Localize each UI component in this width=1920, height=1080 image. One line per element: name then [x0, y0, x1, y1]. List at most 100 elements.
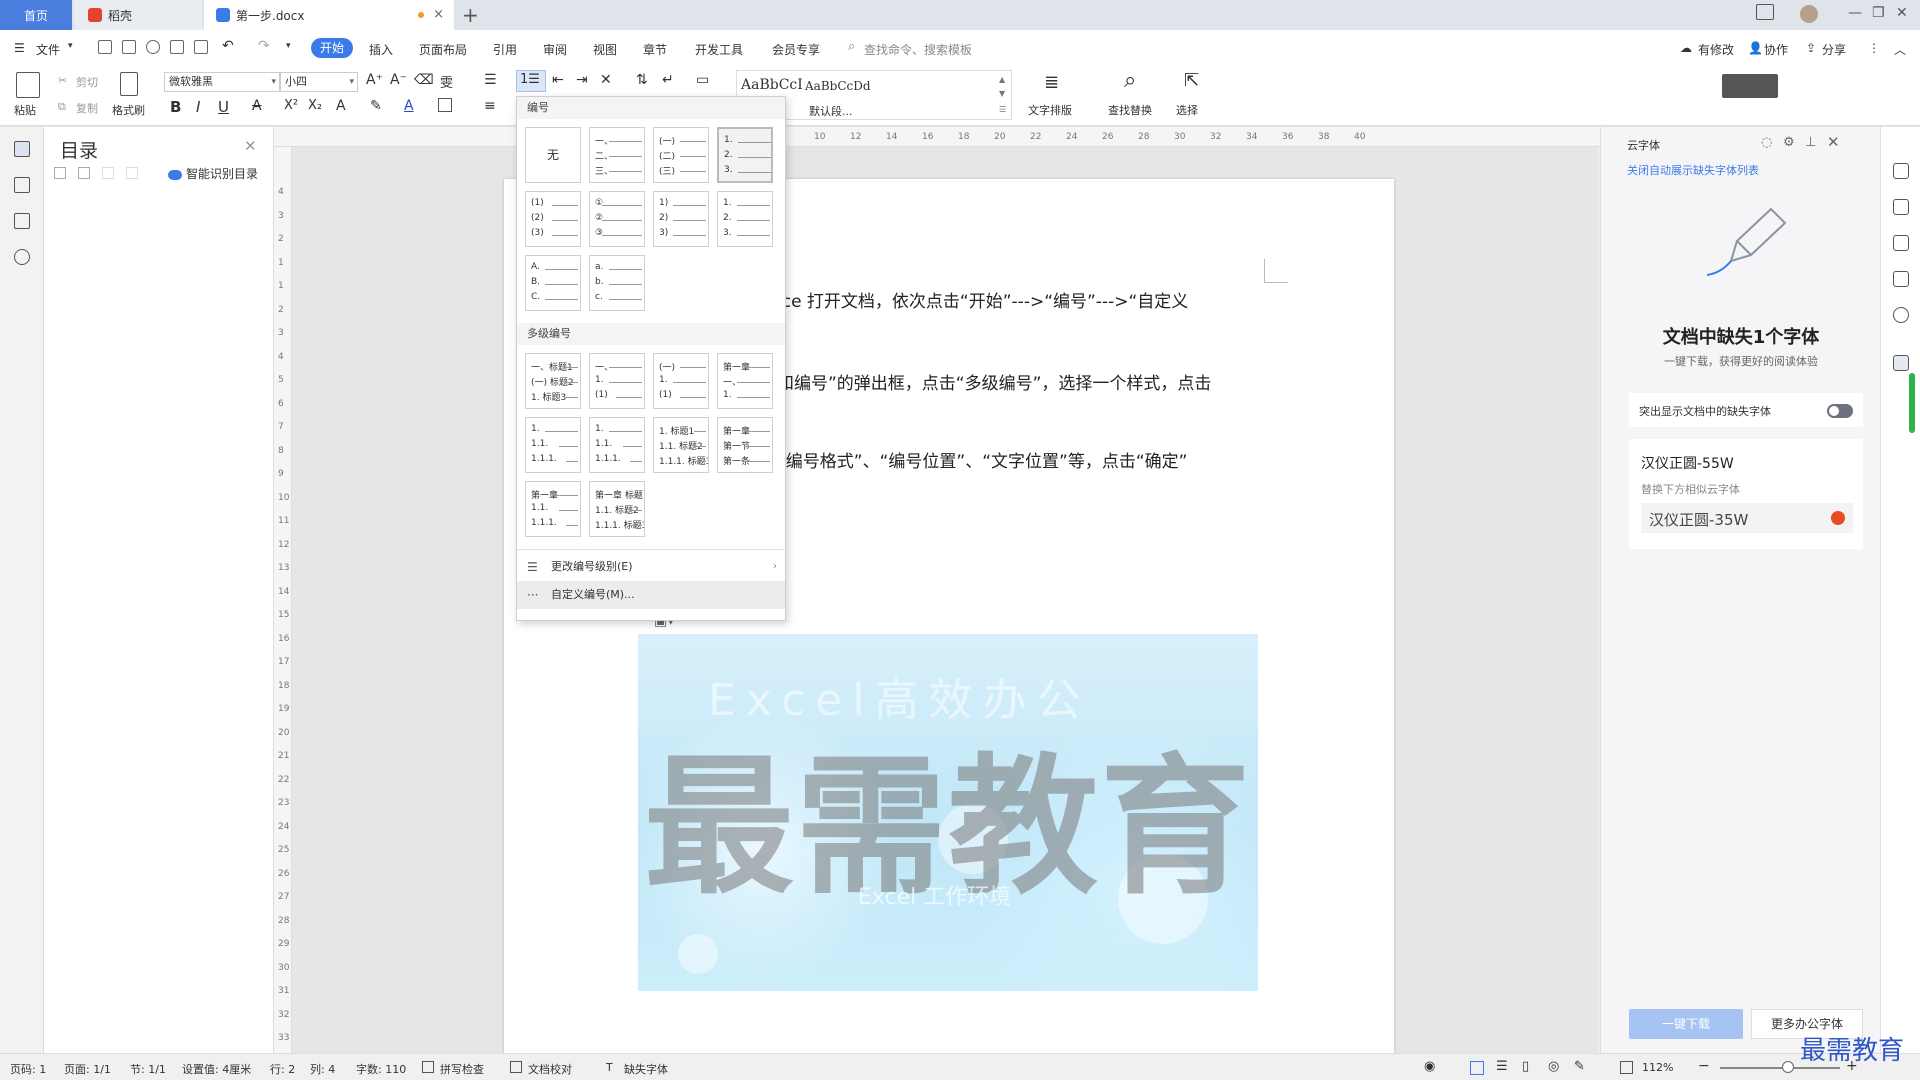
subscript-icon[interactable]: X₂: [308, 98, 322, 113]
show-marks-icon[interactable]: ↵: [662, 72, 674, 88]
copy-button[interactable]: 复制: [76, 100, 98, 116]
sort-icon[interactable]: ⇅: [636, 72, 648, 88]
menu-chapter[interactable]: 章节: [643, 41, 667, 58]
web-view-icon[interactable]: ◎: [1548, 1059, 1559, 1074]
expand-styles-icon[interactable]: ☰: [999, 105, 1006, 114]
close-icon[interactable]: ✕: [1827, 133, 1840, 151]
minimize-button[interactable]: —: [1848, 5, 1862, 21]
multilevel-style-option[interactable]: 1. 1.1. 1.1.1.: [589, 417, 645, 473]
font-color-icon[interactable]: A: [404, 98, 414, 114]
collaborate-button[interactable]: 协作: [1764, 41, 1788, 58]
scroll-down-icon[interactable]: ▼: [999, 89, 1005, 98]
increase-indent-icon[interactable]: ⇥: [576, 72, 588, 88]
zoom-level[interactable]: 112%: [1642, 1061, 1673, 1074]
select-button[interactable]: 选择: [1176, 102, 1198, 118]
custom-numbering-item[interactable]: ··· 自定义编号(M)...: [517, 581, 785, 609]
redo-icon[interactable]: ↷: [258, 38, 270, 54]
text-layout-button[interactable]: 文字排版: [1028, 102, 1072, 118]
new-doc-icon[interactable]: [98, 40, 112, 54]
multilevel-style-option[interactable]: 一、 1. (1): [589, 353, 645, 409]
multilevel-style-option[interactable]: 一、标题1 (一) 标题2 1. 标题3: [525, 353, 581, 409]
grow-font-icon[interactable]: A⁺: [366, 72, 383, 88]
modified-status[interactable]: 有修改: [1698, 41, 1734, 58]
font-name-select[interactable]: 微软雅黑 ▾: [164, 72, 280, 92]
undo-icon[interactable]: ↶: [222, 38, 234, 54]
menu-member[interactable]: 会员专享: [772, 41, 820, 58]
chevron-down-icon[interactable]: ▾: [68, 41, 73, 51]
spell-check-button[interactable]: 拼写检查: [440, 1061, 484, 1077]
highlight-icon[interactable]: ✎: [370, 98, 382, 114]
hamburger-icon[interactable]: ☰: [14, 41, 25, 55]
multilevel-style-option[interactable]: 第一章 一、 1.: [717, 353, 773, 409]
share-button[interactable]: 分享: [1822, 41, 1846, 58]
format-painter-icon[interactable]: [120, 72, 138, 96]
chinese-layout-icon[interactable]: ✕: [600, 72, 612, 88]
menu-developer[interactable]: 开发工具: [695, 41, 743, 58]
new-tab-button[interactable]: +: [462, 3, 479, 27]
close-tab-icon[interactable]: ×: [433, 7, 444, 22]
remove-heading-icon[interactable]: [126, 167, 138, 179]
cloud-font-icon[interactable]: [1893, 355, 1909, 371]
cursor-icon[interactable]: ⇱: [1184, 70, 1199, 91]
print-icon[interactable]: [170, 40, 184, 54]
smart-toc-button[interactable]: 智能识别目录: [168, 165, 258, 182]
align-left-icon[interactable]: ≡: [484, 98, 496, 114]
text-effect-icon[interactable]: A: [336, 98, 346, 114]
pencil-icon[interactable]: [1893, 199, 1909, 215]
style-normal-sample[interactable]: AaBbCcI: [741, 77, 803, 93]
numbering-style-option[interactable]: (1) (2) (3): [525, 191, 581, 247]
numbering-style-option[interactable]: 1. 2. 3.: [717, 127, 773, 183]
numbering-style-option[interactable]: 一、 二、 三、: [589, 127, 645, 183]
paragraph-line[interactable]: “编号格式”、“编号位置”、“文字位置”等，点击“确定”: [777, 447, 1187, 472]
multilevel-style-option[interactable]: 第一章 1.1. 1.1.1.: [525, 481, 581, 537]
bold-button[interactable]: B: [170, 98, 181, 116]
doc-proof-button[interactable]: 文档校对: [528, 1061, 572, 1077]
avatar[interactable]: [1800, 5, 1818, 23]
find-replace-button[interactable]: 查找替换: [1108, 102, 1152, 118]
document-image[interactable]: Excel高效办公 最需教育 Excel 工作环境: [638, 634, 1258, 991]
cursor-icon[interactable]: [1893, 235, 1909, 251]
more-options-icon[interactable]: ⋮: [1868, 41, 1880, 55]
multilevel-style-option[interactable]: 1. 标题1 1.1. 标题2 1.1.1. 标题3: [653, 417, 709, 473]
help-icon[interactable]: [1893, 307, 1909, 323]
missing-font-button[interactable]: 缺失字体: [624, 1061, 668, 1077]
collapse-all-icon[interactable]: [78, 167, 90, 179]
chapter-icon[interactable]: [14, 177, 30, 193]
status-page[interactable]: 页面: 1/1: [64, 1061, 111, 1077]
numbering-style-option[interactable]: a. b. c.: [589, 255, 645, 311]
vertical-ruler[interactable]: 4 3 2 1 1 2 3 4 5 6 7 8 9 10 11 12 13 14 15 16 17 18 19 20 21 22 2…: [274, 147, 292, 1053]
menu-file[interactable]: 文件: [36, 41, 60, 58]
multilevel-style-option[interactable]: 第一章 标题1 1.1. 标题2 1.1.1. 标题3: [589, 481, 645, 537]
zoom-out-button[interactable]: −: [1698, 1058, 1710, 1074]
numbering-style-option[interactable]: ① ② ③: [589, 191, 645, 247]
menu-references[interactable]: 引用: [493, 41, 517, 58]
chat-icon[interactable]: ◌: [1761, 135, 1772, 150]
scroll-up-icon[interactable]: ▲: [999, 75, 1005, 84]
format-painter-button[interactable]: 格式刷: [112, 102, 145, 118]
zoom-slider-handle[interactable]: [1782, 1061, 1794, 1073]
multilevel-style-option[interactable]: (一) 1. (1): [653, 353, 709, 409]
status-setting[interactable]: 设置值: 4厘米: [182, 1061, 251, 1077]
numbering-style-option[interactable]: A. B. C.: [525, 255, 581, 311]
tab-docer[interactable]: 稻壳: [74, 0, 202, 30]
fit-page-icon[interactable]: [1620, 1061, 1633, 1074]
numbering-none-option[interactable]: 无: [525, 127, 581, 183]
tab-home[interactable]: 首页: [0, 0, 72, 30]
paragraph-line[interactable]: ice 打开文档，依次点击“开始”--->“编号”--->“自定义: [777, 287, 1188, 312]
pin-icon[interactable]: ⊥: [1805, 135, 1816, 150]
bullet-list-icon[interactable]: ☰: [484, 72, 497, 88]
customize-quick-access-icon[interactable]: ▾: [286, 41, 291, 51]
tab-document[interactable]: 第一步.docx ×: [204, 0, 454, 30]
status-col[interactable]: 列: 4: [310, 1061, 335, 1077]
status-section[interactable]: 节: 1/1: [130, 1061, 166, 1077]
status-page-number[interactable]: 页码: 1: [10, 1061, 46, 1077]
shrink-font-icon[interactable]: A⁻: [390, 72, 407, 88]
paste-button[interactable]: 粘贴: [14, 102, 36, 118]
table-tools-icon[interactable]: ▭: [696, 72, 709, 88]
gear-icon[interactable]: ⚙: [1783, 135, 1795, 150]
phonetic-icon[interactable]: 雯: [440, 72, 453, 91]
pen-mode-icon[interactable]: ✎: [1574, 1059, 1585, 1074]
close-icon[interactable]: ✕: [244, 137, 257, 155]
toc-view-icon[interactable]: [14, 141, 30, 157]
cut-button[interactable]: 剪切: [76, 74, 98, 90]
